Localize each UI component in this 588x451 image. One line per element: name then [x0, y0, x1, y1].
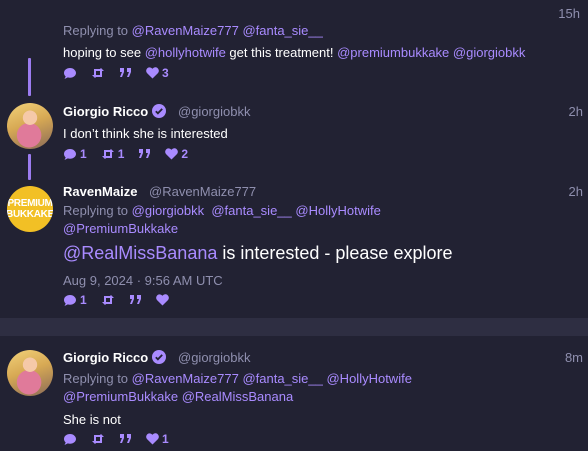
mention-link[interactable]: @giorgiobkk	[453, 45, 525, 60]
reply-button[interactable]	[63, 433, 77, 446]
mention-link[interactable]: @HollyHotwife	[295, 203, 380, 218]
retweet-icon	[92, 434, 104, 444]
quote-icon	[139, 149, 151, 158]
reply-icon	[64, 294, 76, 306]
like-count: 1	[162, 432, 169, 446]
tweet-actions: 1	[63, 432, 183, 446]
handle[interactable]: @giorgiobkk	[178, 350, 250, 365]
text-segment: is interested - please explore	[217, 243, 453, 263]
mention-link[interactable]: @HollyHotwife	[326, 371, 411, 386]
tweet-text: @RealMissBanana is interested - please e…	[63, 243, 452, 264]
mention-link[interactable]: @RealMissBanana	[182, 389, 293, 404]
avatar-text: BUKKAKE	[7, 209, 53, 220]
reply-count: 1	[80, 147, 87, 161]
quote-button[interactable]	[138, 149, 151, 159]
tweet-actions: 3	[63, 66, 183, 80]
retweet-button[interactable]: 1	[101, 147, 125, 161]
tweet-date[interactable]: Aug 9, 2024 · 9:56 AM UTC	[63, 273, 223, 288]
tweet-text: She is not	[63, 412, 121, 427]
retweet-button[interactable]	[101, 294, 115, 306]
display-name[interactable]: Giorgio Ricco	[63, 350, 167, 365]
mention-link[interactable]: @RavenMaize777	[132, 371, 239, 386]
mention-link[interactable]: @PremiumBukkake	[63, 221, 178, 236]
replying-to: Replying to @giorgiobkk @fanta_sie__ @Ho…	[63, 202, 463, 238]
text-segment: hoping to see	[63, 45, 145, 60]
heart-icon	[155, 294, 169, 306]
tweet-1: 15h Replying to @RavenMaize777 @fanta_si…	[0, 0, 588, 90]
like-button[interactable]: 2	[165, 147, 188, 161]
mention-link[interactable]: @RealMissBanana	[63, 243, 217, 263]
like-button[interactable]	[155, 294, 169, 306]
tweet-2: Giorgio Ricco @giorgiobkk 2h I don’t thi…	[0, 90, 588, 180]
handle[interactable]: @giorgiobkk	[178, 104, 250, 119]
tweet-4: Giorgio Ricco @giorgiobkk 8m Replying to…	[0, 336, 588, 451]
timestamp[interactable]: 2h	[569, 104, 583, 119]
retweet-count: 1	[117, 147, 125, 161]
like-button[interactable]: 3	[146, 66, 169, 80]
heart-icon	[146, 433, 159, 445]
mention-link[interactable]: @RavenMaize777	[132, 23, 239, 38]
replying-to: Replying to @RavenMaize777 @fanta_sie__ …	[63, 370, 463, 406]
like-count: 2	[181, 147, 189, 161]
avatar[interactable]: PREMIUM BUKKAKE	[7, 186, 53, 232]
mention-link[interactable]: @fanta_sie__	[242, 371, 322, 386]
timestamp[interactable]: 2h	[569, 184, 583, 199]
display-name[interactable]: RavenMaize	[63, 184, 137, 199]
reply-count: 1	[80, 293, 87, 307]
avatar[interactable]	[7, 103, 53, 149]
retweet-icon	[101, 149, 114, 159]
display-name-text: Giorgio Ricco	[63, 350, 149, 365]
quote-button[interactable]	[119, 434, 132, 444]
section-divider	[0, 318, 588, 336]
reply-icon	[64, 148, 76, 160]
tweet-text: hoping to see @hollyhotwife get this tre…	[63, 45, 525, 60]
mention-link[interactable]: @giorgiobkk	[132, 203, 204, 218]
text-segment: get this treatment!	[225, 45, 338, 60]
tweet-3-main: PREMIUM BUKKAKE RavenMaize @RavenMaize77…	[0, 180, 588, 318]
display-name[interactable]: Giorgio Ricco	[63, 104, 167, 119]
quote-button[interactable]	[129, 295, 142, 305]
retweet-button[interactable]	[91, 433, 105, 445]
mention-link[interactable]: @fanta_sie__	[242, 23, 322, 38]
replying-to-label: Replying to	[63, 203, 132, 218]
reply-icon	[64, 67, 76, 79]
like-button[interactable]: 1	[146, 432, 169, 446]
reply-icon	[64, 433, 76, 445]
tweet-text: I don’t think she is interested	[63, 126, 228, 141]
retweet-button[interactable]	[91, 67, 105, 79]
quote-button[interactable]	[119, 68, 132, 78]
reply-button[interactable]	[63, 67, 77, 80]
replying-to-label: Replying to	[63, 23, 132, 38]
mention-link[interactable]: @PremiumBukkake	[63, 389, 178, 404]
timestamp[interactable]: 8m	[565, 350, 583, 365]
like-count: 3	[162, 66, 169, 80]
timestamp[interactable]: 15h	[558, 6, 580, 21]
reply-button[interactable]: 1	[63, 147, 87, 161]
tweet-actions: 1 1 2	[63, 147, 202, 161]
display-name-text: Giorgio Ricco	[63, 104, 149, 119]
quote-icon	[129, 295, 141, 304]
verified-badge-icon	[152, 350, 167, 364]
verified-badge-icon	[152, 104, 167, 118]
mention-link[interactable]: @premiumbukkake	[337, 45, 449, 60]
retweet-icon	[92, 68, 104, 78]
mention-link[interactable]: @hollyhotwife	[145, 45, 226, 60]
quote-icon	[120, 68, 131, 77]
heart-icon	[165, 148, 179, 160]
avatar[interactable]	[7, 350, 53, 396]
heart-icon	[146, 67, 159, 79]
quote-icon	[120, 434, 131, 443]
replying-to: Replying to @RavenMaize777 @fanta_sie__	[63, 22, 323, 40]
handle[interactable]: @RavenMaize777	[149, 184, 256, 199]
retweet-icon	[101, 295, 114, 305]
replying-to-label: Replying to	[63, 371, 132, 386]
avatar-text: PREMIUM	[7, 198, 53, 209]
tweet-actions: 1	[63, 293, 183, 307]
mention-link[interactable]: @fanta_sie__	[211, 203, 291, 218]
reply-button[interactable]: 1	[63, 293, 87, 307]
